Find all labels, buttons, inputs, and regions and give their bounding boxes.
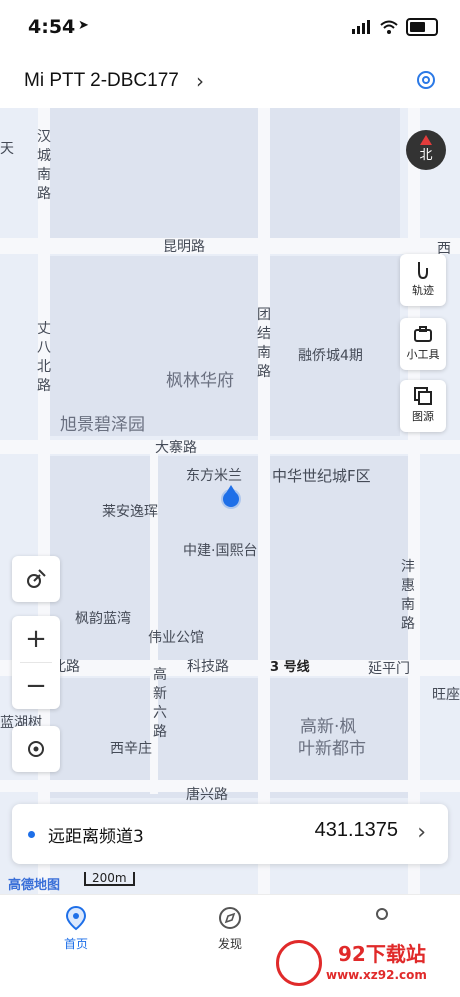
map-road-label: 团结南路 <box>257 307 271 380</box>
compass-icon <box>219 907 241 929</box>
track-label: 轨迹 <box>412 284 434 297</box>
map-poi-label: 中华世纪城F区 <box>272 467 371 485</box>
map-poi-label: 枫韵蓝湾 <box>75 611 131 627</box>
map-poi-label: 中建·国熙台 <box>183 543 258 559</box>
map-road-label: 沣惠南路 <box>401 559 415 632</box>
map-road-label: 高新六路 <box>153 667 167 740</box>
toolbox-label: 小工具 <box>406 348 440 361</box>
tab-home[interactable]: 首页 <box>36 905 116 952</box>
locate-icon <box>28 741 44 757</box>
compass-button[interactable]: 北 <box>406 130 446 170</box>
map-poi-label: 莱安逸珲 <box>102 504 158 520</box>
chevron-right-icon: › <box>417 820 426 845</box>
wifi-icon <box>380 20 398 34</box>
location-pin-icon <box>65 905 87 931</box>
map-scale: 200m <box>84 872 135 886</box>
layers-icon <box>414 387 432 405</box>
satellite-button[interactable] <box>12 556 60 602</box>
zoom-out-button[interactable]: − <box>12 663 60 709</box>
tab-profile[interactable] <box>342 905 422 935</box>
tab-discover[interactable]: 发现 <box>190 905 270 952</box>
chevron-right-icon[interactable]: › <box>196 69 204 93</box>
device-title[interactable]: Mi PTT 2-DBC177 <box>24 70 179 92</box>
channel-status-dot <box>28 831 35 838</box>
map-poi-label: 旭景碧泽园 <box>60 415 145 435</box>
device-header: Mi PTT 2-DBC177 › <box>0 56 460 109</box>
map-road-label: 科技路 <box>187 659 229 675</box>
profile-icon <box>376 908 388 920</box>
map-poi-label: 西辛庄 <box>110 741 152 757</box>
signal-icon <box>352 20 370 34</box>
toolbox-button[interactable]: 小工具 <box>400 318 446 370</box>
map-road-label: 昆明路 <box>163 239 205 255</box>
map-label: 延平门 <box>368 661 410 677</box>
zoom-in-button[interactable]: + <box>12 616 60 662</box>
map-poi-label: 叶新都市 <box>298 739 366 759</box>
tab-home-label: 首页 <box>63 937 88 951</box>
channel-frequency: 431.1375 <box>314 819 398 841</box>
watermark-url: www.xz92.com <box>326 968 427 982</box>
current-location-marker <box>223 491 239 507</box>
metro-line-label: 3 号线 <box>270 660 310 675</box>
battery-icon <box>406 18 438 36</box>
locate-button[interactable] <box>12 726 60 772</box>
status-time: 4:54 <box>28 16 76 38</box>
map-label: 天 <box>0 141 14 157</box>
channel-name: 远距离频道3 <box>48 827 144 847</box>
track-button[interactable]: 轨迹 <box>400 254 446 306</box>
map-road-label: 大寨路 <box>155 440 197 456</box>
zoom-controls: + − <box>12 616 60 709</box>
map-poi-label: 枫林华府 <box>166 371 234 391</box>
map-provider-logo: 高德地图 <box>8 878 61 893</box>
layers-button[interactable]: 图源 <box>400 380 446 432</box>
map-poi-label: 伟业公馆 <box>148 630 204 646</box>
gamepad-logo-icon <box>276 940 322 986</box>
location-arrow-icon: ➤ <box>78 18 89 33</box>
satellite-icon <box>27 569 46 588</box>
map-view[interactable]: 天 昆明路 大寨路 科技路 八北路 3 号线 延平门 唐兴路 枫林华府 旭景碧泽… <box>0 108 460 894</box>
tab-discover-label: 发现 <box>217 937 242 951</box>
map-poi-label: 融侨城4期 <box>298 348 363 364</box>
map-poi-label: 旺座 <box>432 687 460 703</box>
track-icon <box>418 262 428 280</box>
map-road-label: 丈八北路 <box>37 321 51 394</box>
toolbox-icon <box>414 326 432 342</box>
compass-label: 北 <box>419 148 433 163</box>
layers-label: 图源 <box>412 410 434 423</box>
map-poi-label: 东方米兰 <box>186 468 242 484</box>
status-bar: 4:54 ➤ <box>0 0 460 56</box>
map-road-label: 汉城南路 <box>37 129 51 202</box>
channel-card[interactable]: 远距离频道3 431.1375 › <box>12 804 448 864</box>
map-road-label: 唐兴路 <box>186 787 228 803</box>
watermark-title: 92下载站 <box>338 942 426 966</box>
watermark: 92下载站 www.xz92.com <box>276 938 456 994</box>
gear-icon[interactable] <box>414 68 438 92</box>
